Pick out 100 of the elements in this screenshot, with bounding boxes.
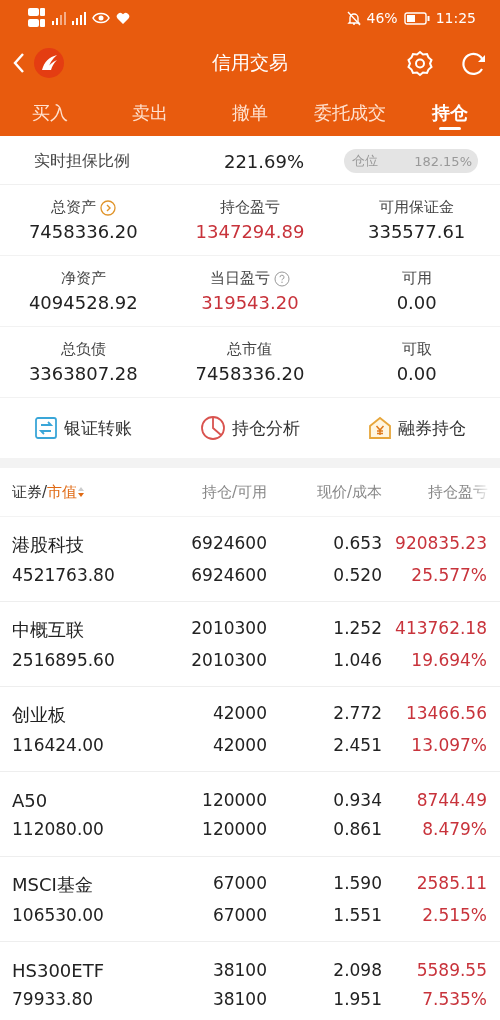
- column-header: 持仓/可用: [201, 482, 267, 501]
- sort-button[interactable]: 市值: [47, 482, 86, 502]
- action-button[interactable]: 融券持仓: [333, 415, 500, 441]
- cost-price: 1.551: [333, 905, 382, 925]
- security-name: MSCI基金: [12, 874, 93, 895]
- profit-loss: 2585.11: [416, 873, 487, 893]
- yen-house-icon: [367, 416, 392, 440]
- app-logo-icon: [34, 48, 64, 78]
- available-quantity: 2010300: [191, 650, 267, 670]
- stat-label: 可用保证金: [379, 198, 455, 217]
- stat-value: 319543.20: [201, 292, 299, 313]
- holding-quantity: 67000: [212, 873, 267, 893]
- holding-quantity: 38100: [212, 959, 267, 980]
- stat-value: 1347294.89: [195, 221, 305, 242]
- current-price: 1.590: [333, 873, 382, 893]
- security-name: A50: [12, 789, 48, 811]
- settings-icon[interactable]: [406, 49, 434, 77]
- market-value: 116424.00: [12, 735, 104, 755]
- profit-loss: 8744.49: [416, 789, 487, 810]
- battery-percent: 46%: [366, 10, 398, 26]
- stat-label: 总负债: [60, 340, 106, 359]
- market-value: 79933.80: [12, 988, 94, 1009]
- security-name: 创业板: [12, 704, 66, 725]
- current-price: 2.098: [333, 959, 382, 980]
- stat-value: 0.00: [396, 292, 437, 313]
- transfer-icon: [34, 416, 59, 440]
- available-quantity: 38100: [212, 988, 267, 1009]
- holding-quantity: 42000: [212, 703, 267, 723]
- column-header: 证券/: [12, 482, 48, 501]
- signal-icon: [72, 11, 86, 25]
- column-header: 持仓盈亏: [428, 482, 488, 501]
- profit-loss-percent: 7.535%: [422, 988, 487, 1009]
- ratio-label: 实时担保比例: [34, 150, 131, 172]
- action-button[interactable]: 银证转账: [0, 415, 167, 441]
- security-name: 中概互联: [12, 619, 84, 640]
- market-value: 112080.00: [12, 818, 104, 839]
- stat-label: 持仓盈亏: [220, 198, 280, 217]
- profit-loss-percent: 13.097%: [411, 735, 487, 755]
- available-quantity: 120000: [202, 818, 267, 839]
- heart-icon: [116, 11, 130, 25]
- security-name: HS300ETF: [12, 959, 105, 981]
- stat-label: 可取: [401, 340, 432, 359]
- cost-price: 1.951: [333, 988, 382, 1009]
- available-quantity: 67000: [212, 905, 267, 925]
- sort-icon: [77, 486, 86, 498]
- stat-value: 7458336.20: [195, 363, 305, 384]
- current-price: 0.653: [333, 533, 382, 553]
- signal-icon: [52, 11, 66, 25]
- available-quantity: 6924600: [191, 565, 267, 585]
- holding-row[interactable]: A50 120000 0.934 8744.49 112080.00 120000 0.861 8.479%: [0, 772, 500, 857]
- holding-quantity: 120000: [202, 789, 267, 810]
- holding-row[interactable]: 中概互联 2010300 1.252 413762.18 2516895.60 2010300 1.046 19.694%: [0, 602, 500, 687]
- eye-icon: [92, 12, 110, 24]
- profit-loss-percent: 8.479%: [422, 818, 487, 839]
- back-icon[interactable]: [12, 52, 26, 74]
- stat-value: 0.00: [396, 363, 437, 384]
- stat-label: 当日盈亏: [210, 269, 270, 288]
- stat-label: 总资产: [50, 198, 96, 217]
- security-name: 港股科技: [12, 534, 84, 555]
- holding-row[interactable]: HS300ETF 38100 2.098 5589.55 79933.80 38100 1.951 7.535%: [0, 942, 500, 1020]
- help-icon[interactable]: [274, 270, 290, 287]
- profit-loss-percent: 2.515%: [422, 905, 487, 925]
- profit-loss: 5589.55: [416, 959, 487, 980]
- current-price: 1.252: [333, 618, 382, 638]
- stat-label: 总市值: [227, 340, 273, 359]
- holding-row[interactable]: 创业板 42000 2.772 13466.56 116424.00 42000 2.451 13.097%: [0, 687, 500, 772]
- muted-bell-icon: [346, 10, 361, 26]
- ratio-value: 221.69%: [223, 150, 305, 172]
- column-header: 现价/成本: [316, 482, 382, 501]
- battery-icon: [403, 11, 430, 25]
- cost-price: 2.451: [333, 735, 382, 755]
- profit-loss: 920835.23: [395, 533, 487, 553]
- stat-value: 3363807.28: [28, 363, 138, 384]
- cost-price: 0.520: [333, 565, 382, 585]
- stat-value: 7458336.20: [28, 221, 138, 242]
- profit-loss-percent: 19.694%: [411, 650, 487, 670]
- profit-loss-percent: 25.577%: [411, 565, 487, 585]
- pie-chart-icon: [200, 415, 226, 441]
- profit-loss: 413762.18: [395, 618, 487, 638]
- profit-loss: 13466.56: [405, 703, 487, 723]
- stat-value: 4094528.92: [28, 292, 138, 313]
- stat-value: 335577.61: [368, 221, 466, 242]
- stat-label: 净资产: [60, 269, 106, 288]
- holding-row[interactable]: 港股科技 6924600 0.653 920835.23 4521763.80 6924600 0.520 25.577%: [0, 517, 500, 602]
- cost-price: 0.861: [333, 818, 382, 839]
- position-pill: 仓位 182.15%: [344, 149, 478, 173]
- action-button[interactable]: 持仓分析: [166, 414, 334, 442]
- holding-row[interactable]: MSCI基金 67000 1.590 2585.11 106530.00 67000 1.551 2.515%: [0, 857, 500, 942]
- market-value: 2516895.60: [12, 650, 115, 670]
- page-title: 信用交易: [212, 51, 288, 73]
- current-price: 2.772: [333, 703, 382, 723]
- market-value: 4521763.80: [12, 565, 115, 585]
- available-quantity: 42000: [212, 735, 267, 755]
- chevron-circle-icon[interactable]: [99, 199, 116, 216]
- hd-sim-icon: [28, 7, 46, 29]
- cost-price: 1.046: [333, 650, 382, 670]
- stat-label: 可用: [401, 269, 432, 288]
- clock: 11:25: [435, 10, 476, 26]
- tab[interactable]: 持仓: [400, 90, 500, 136]
- current-price: 0.934: [333, 789, 382, 810]
